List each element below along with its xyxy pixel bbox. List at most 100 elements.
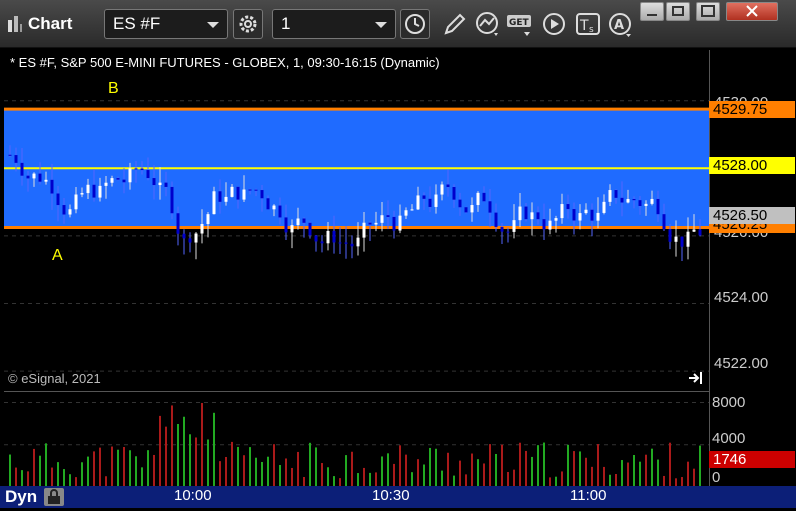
price-tick: 4522.00 (714, 355, 769, 372)
candle (146, 170, 150, 179)
scroll-to-end-icon[interactable] (688, 371, 706, 385)
volume-bar (153, 454, 155, 487)
candle (242, 189, 246, 200)
candle (500, 226, 504, 232)
volume-bar (93, 451, 95, 487)
volume-bar (645, 454, 647, 487)
volume-bar (633, 455, 635, 487)
symbol-value: ES #F (113, 14, 161, 33)
candle (698, 229, 702, 236)
price-pane[interactable] (4, 50, 709, 388)
minimize-button[interactable] (640, 2, 664, 21)
candle (200, 224, 204, 234)
volume-bar (177, 423, 179, 487)
restore-button[interactable] (666, 2, 690, 21)
price-tick: 4524.00 (714, 289, 769, 306)
chart-description: * ES #F, S&P 500 E-MINI FUTURES - GLOBEX… (10, 55, 440, 70)
candle (668, 229, 672, 242)
candle (272, 205, 276, 210)
candle (542, 219, 546, 230)
candle (236, 186, 240, 200)
volume-bar (297, 451, 299, 487)
candle (590, 209, 594, 221)
get-icon: GET (507, 15, 531, 36)
lock-button[interactable] (44, 488, 64, 506)
candle (344, 242, 348, 244)
candle (518, 206, 522, 221)
volume-bar (207, 439, 209, 487)
candle (440, 184, 444, 195)
volume-bar (195, 437, 197, 487)
volume-bar (483, 463, 485, 487)
volume-bar (213, 412, 215, 487)
volume-bar (189, 434, 191, 487)
volume-bar (249, 447, 251, 487)
volume-bar (471, 453, 473, 487)
candle (164, 182, 168, 187)
candle (182, 233, 186, 239)
candle (560, 204, 564, 219)
candle (554, 218, 558, 221)
text-tool-icon: Ts (576, 13, 600, 35)
svg-text:s: s (589, 25, 594, 35)
settings-button[interactable] (233, 9, 263, 39)
time-button[interactable] (400, 9, 430, 39)
volume-bar (501, 444, 503, 487)
interval-combo[interactable]: 1 (272, 9, 396, 39)
candle (536, 212, 540, 220)
volume-bar (291, 467, 293, 487)
close-button[interactable] (726, 2, 778, 21)
volume-bar (171, 405, 173, 487)
volume-bar (417, 459, 419, 487)
study-icon (476, 12, 498, 36)
volume-bar (429, 447, 431, 487)
volume-bar (693, 468, 695, 487)
volume-bar (255, 457, 257, 487)
volume-bar (567, 444, 569, 487)
maximize-icon (701, 5, 715, 17)
volume-pane[interactable] (4, 391, 709, 487)
candle (338, 242, 342, 244)
volume-bar (669, 442, 671, 487)
candle (392, 216, 396, 231)
candle (212, 191, 216, 215)
chevron-down-icon (375, 22, 387, 28)
volume-bar (447, 452, 449, 487)
volume-tick: 4000 (712, 430, 746, 447)
volume-bar (279, 465, 281, 487)
studies-button[interactable] (474, 9, 502, 39)
candle (14, 155, 18, 163)
band-mid-tag: 4528.00 (709, 157, 795, 174)
draw-tool-button[interactable] (440, 9, 468, 39)
volume-bar (33, 448, 35, 487)
candle (56, 193, 60, 206)
gear-icon (239, 15, 257, 33)
candle (578, 213, 582, 221)
text-tool-button[interactable]: Ts (574, 9, 602, 39)
candle (620, 197, 624, 203)
chevron-down-icon (207, 22, 219, 28)
close-icon (746, 5, 758, 17)
candle (686, 231, 690, 247)
volume-bar (159, 415, 161, 487)
candle (626, 199, 630, 203)
candle (614, 190, 618, 198)
alert-button[interactable]: A (606, 9, 634, 39)
volume-bar (81, 462, 83, 487)
candle (530, 212, 534, 220)
symbol-combo[interactable]: ES #F (104, 9, 228, 39)
volume-bar (405, 454, 407, 487)
candle (662, 214, 666, 230)
get-button[interactable]: GET (506, 9, 534, 39)
volume-bar (63, 469, 65, 487)
maximize-button[interactable] (696, 2, 720, 21)
candle (368, 222, 372, 225)
replay-button[interactable] (540, 9, 568, 39)
candle (644, 203, 648, 206)
band-high-tag: 4529.75 (709, 101, 795, 118)
candle (140, 168, 144, 171)
volume-bar (525, 450, 527, 487)
candle (506, 231, 510, 233)
clock-icon (405, 14, 425, 34)
dynamic-mode-label[interactable]: Dyn (5, 487, 37, 507)
